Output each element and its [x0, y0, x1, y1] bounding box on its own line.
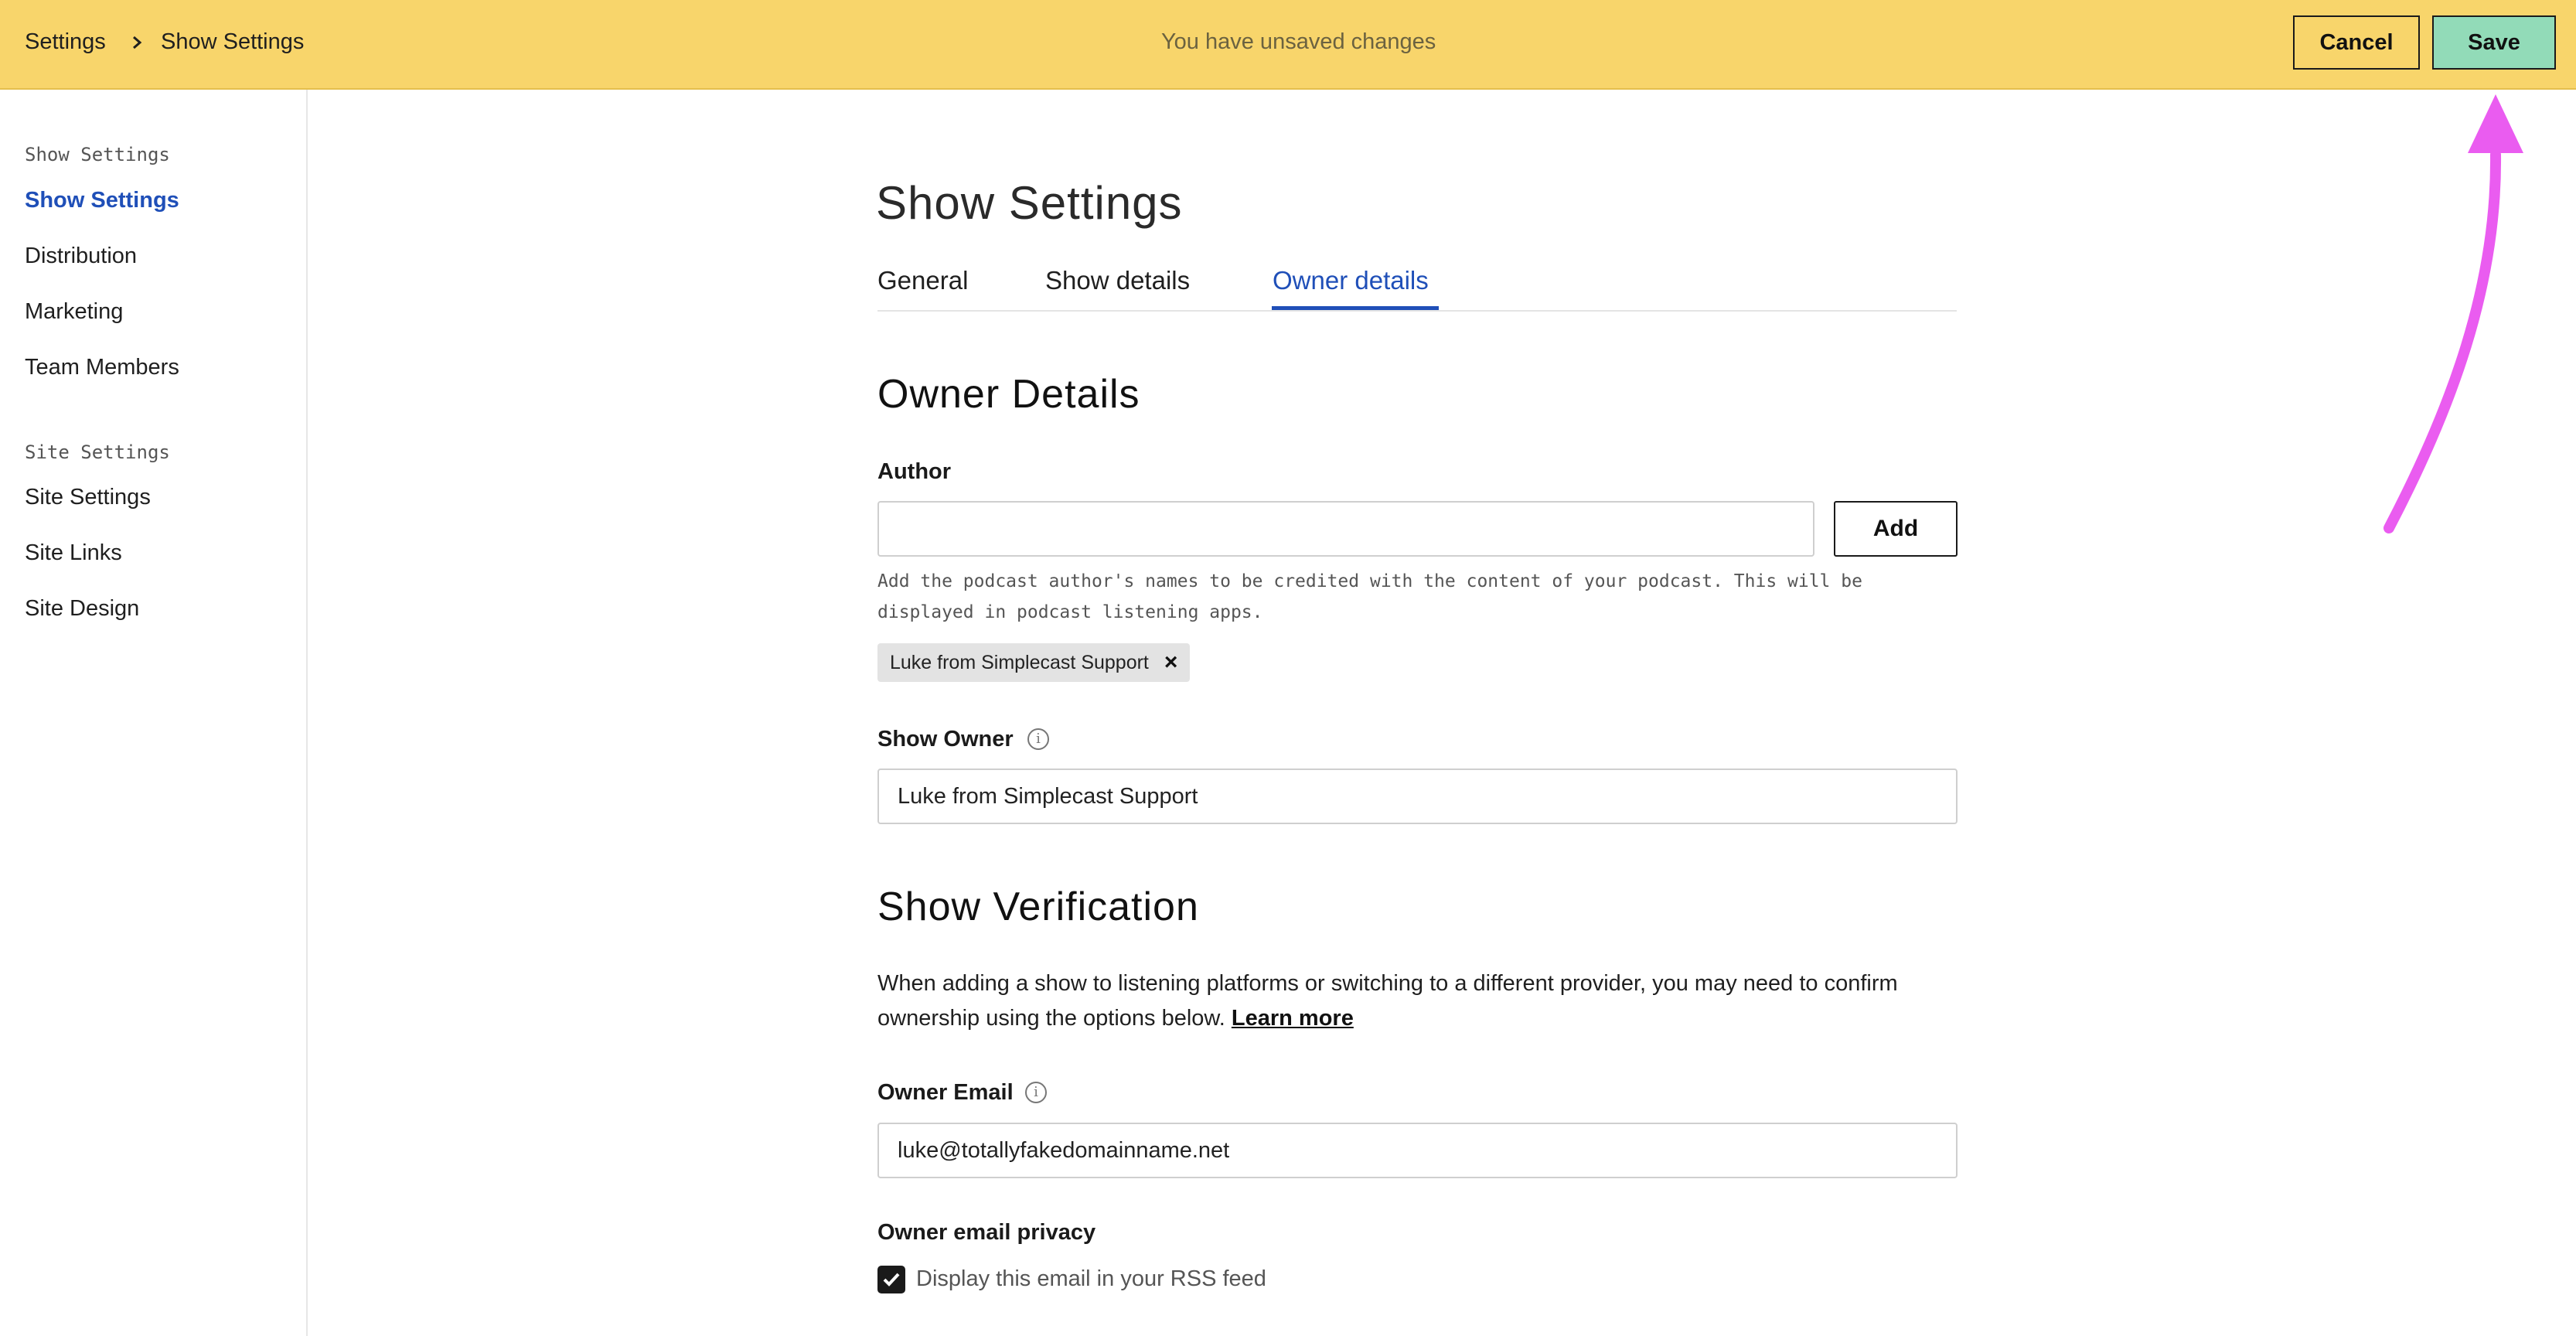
tab-owner-details[interactable]: Owner details	[1273, 266, 1429, 295]
show-verification-heading: Show Verification	[877, 884, 1199, 929]
owner-email-input[interactable]	[877, 1123, 1958, 1178]
breadcrumb-settings[interactable]: Settings	[25, 29, 106, 55]
info-icon[interactable]: i	[1025, 1082, 1047, 1103]
sidebar-group-site-settings: Site Settings	[25, 441, 170, 463]
active-tab-indicator	[1272, 306, 1439, 310]
author-help-text: Add the podcast author's names to be cre…	[877, 571, 1862, 622]
sidebar	[0, 90, 308, 1336]
sidebar-group-show-settings: Show Settings	[25, 144, 170, 165]
sidebar-item-site-settings[interactable]: Site Settings	[25, 485, 151, 510]
unsaved-changes-status: You have unsaved changes	[1161, 29, 1436, 54]
sidebar-item-team-members[interactable]: Team Members	[25, 355, 179, 380]
tab-show-details[interactable]: Show details	[1045, 266, 1190, 295]
author-label: Author	[877, 459, 952, 484]
info-icon[interactable]: i	[1027, 728, 1049, 750]
display-email-checkbox[interactable]	[877, 1266, 905, 1293]
sidebar-item-marketing[interactable]: Marketing	[25, 299, 123, 325]
tab-general[interactable]: General	[877, 266, 968, 295]
sidebar-item-site-design[interactable]: Site Design	[25, 596, 139, 622]
tabs-divider	[877, 310, 1957, 312]
verification-description: When adding a show to listening platform…	[877, 966, 1944, 1036]
owner-email-label: Owner Email	[877, 1080, 1014, 1105]
save-button[interactable]: Save	[2432, 15, 2556, 70]
owner-details-heading: Owner Details	[877, 372, 1140, 417]
annotation-arrow-icon	[2383, 94, 2523, 533]
unsaved-changes-bar: Settings Show Settings You have unsaved …	[0, 0, 2576, 90]
show-owner-input[interactable]	[877, 769, 1958, 824]
sidebar-item-site-links[interactable]: Site Links	[25, 540, 122, 566]
sidebar-item-show-settings[interactable]: Show Settings	[25, 188, 179, 213]
display-email-checkbox-label[interactable]: Display this email in your RSS feed	[916, 1266, 1266, 1292]
author-chip-label: Luke from Simplecast Support	[890, 651, 1149, 673]
author-input[interactable]	[877, 501, 1814, 557]
page-title: Show Settings	[876, 177, 1183, 229]
breadcrumb-show-settings: Show Settings	[161, 29, 305, 54]
owner-email-privacy-label: Owner email privacy	[877, 1220, 1096, 1245]
chevron-right-icon	[133, 36, 142, 49]
add-author-button[interactable]: Add	[1834, 501, 1958, 557]
sidebar-item-distribution[interactable]: Distribution	[25, 244, 137, 269]
author-chip: Luke from Simplecast Support ×	[877, 643, 1191, 682]
show-owner-label: Show Owner	[877, 727, 1014, 752]
cancel-button[interactable]: Cancel	[2293, 15, 2420, 70]
verification-description-text: When adding a show to listening platform…	[877, 971, 1898, 1031]
learn-more-link[interactable]: Learn more	[1232, 1006, 1354, 1031]
checkmark-icon	[883, 1273, 900, 1287]
close-icon[interactable]: ×	[1164, 649, 1178, 676]
